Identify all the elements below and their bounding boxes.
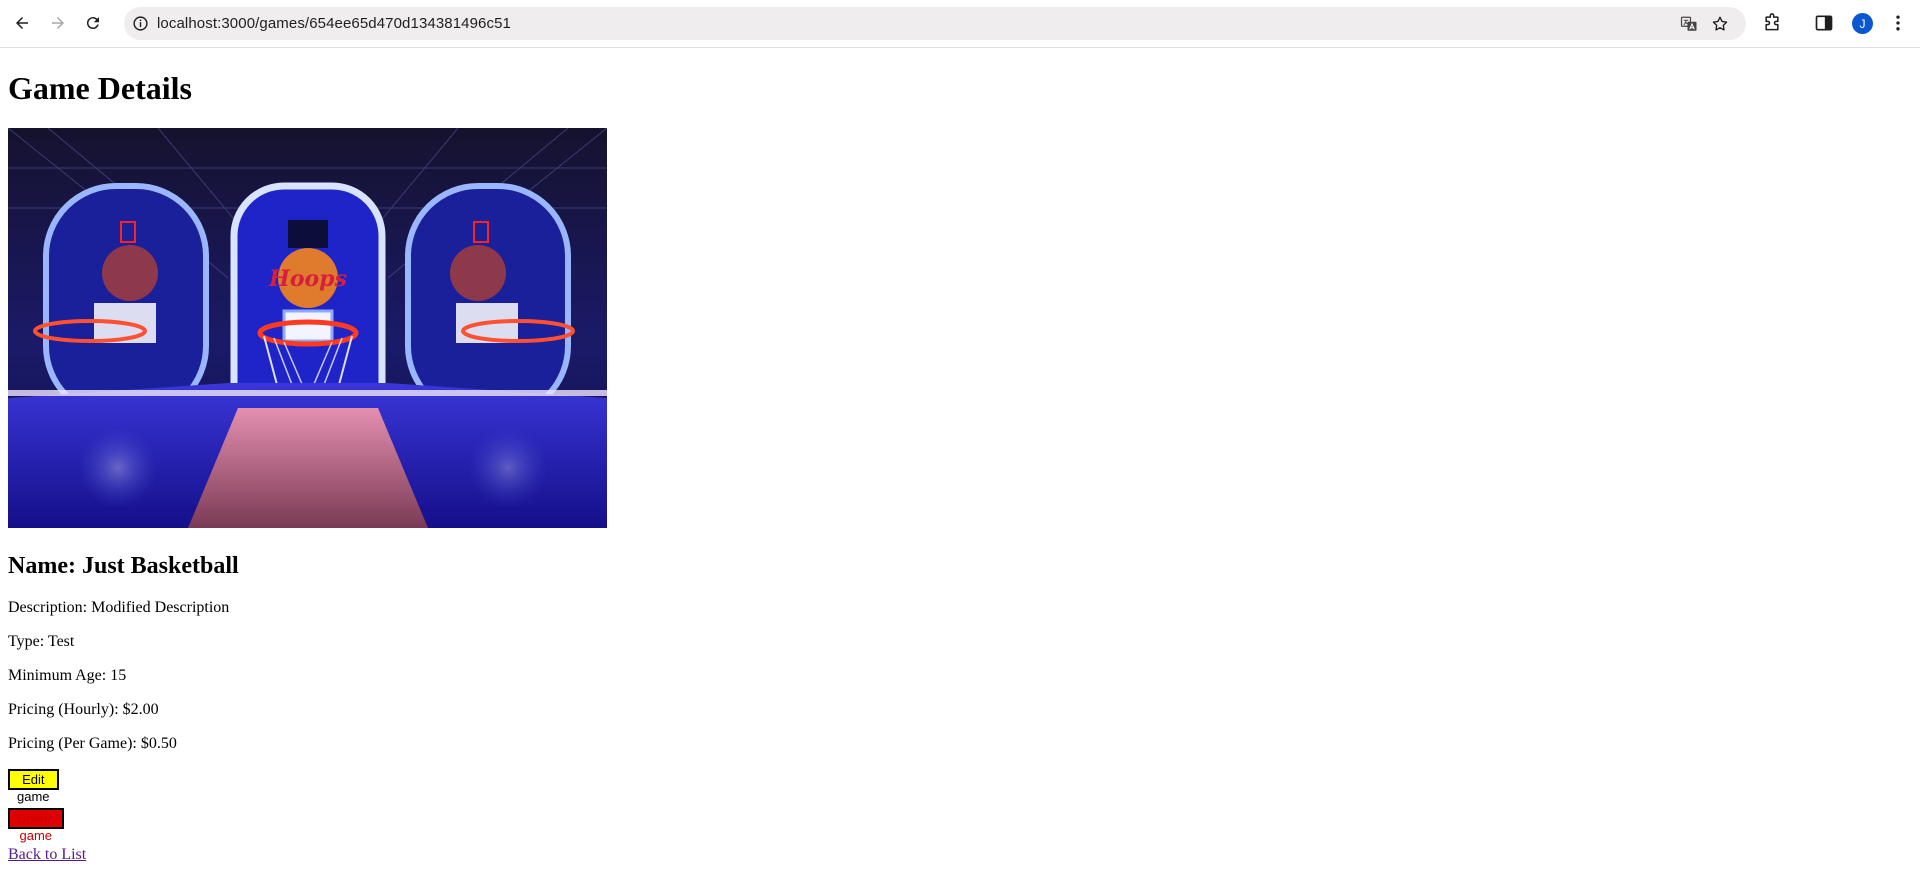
profile-avatar[interactable]: J: [1852, 13, 1873, 34]
minimum-age-field: Minimum Age: 15: [8, 667, 127, 684]
description-field: Description: Modified Description: [8, 599, 230, 616]
reload-icon[interactable]: [79, 9, 107, 37]
site-info-icon[interactable]: [132, 15, 149, 32]
back-to-list-link[interactable]: Back to List: [8, 846, 86, 864]
extensions-puzzle-icon[interactable]: [1762, 13, 1782, 33]
side-panel-icon[interactable]: [1814, 13, 1834, 33]
delete-game-button[interactable]: Delete game: [8, 808, 64, 843]
pricing-hourly-field: Pricing (Hourly): $2.00: [8, 701, 159, 718]
edit-game-button[interactable]: Edit game: [8, 769, 59, 804]
game-name: Name: Just Basketball: [8, 553, 239, 579]
more-menu-icon[interactable]: [1888, 13, 1908, 33]
pricing-per-game-field: Pricing (Per Game): $0.50: [8, 735, 177, 752]
url-text[interactable]: localhost:3000/games/654ee65d470d1343814…: [157, 15, 511, 32]
browser-toolbar: localhost:3000/games/654ee65d470d1343814…: [0, 0, 1920, 48]
translate-icon[interactable]: [1680, 15, 1698, 33]
bookmark-star-icon[interactable]: [1711, 15, 1729, 33]
back-arrow-icon[interactable]: [8, 9, 36, 37]
forward-arrow-icon[interactable]: [44, 9, 72, 37]
svg-text:Hoops: Hoops: [268, 266, 347, 292]
page-title: Game Details: [8, 70, 192, 106]
type-field: Type: Test: [8, 633, 75, 650]
game-image: Hoops: [8, 128, 607, 528]
address-bar[interactable]: localhost:3000/games/654ee65d470d1343814…: [124, 7, 1746, 40]
